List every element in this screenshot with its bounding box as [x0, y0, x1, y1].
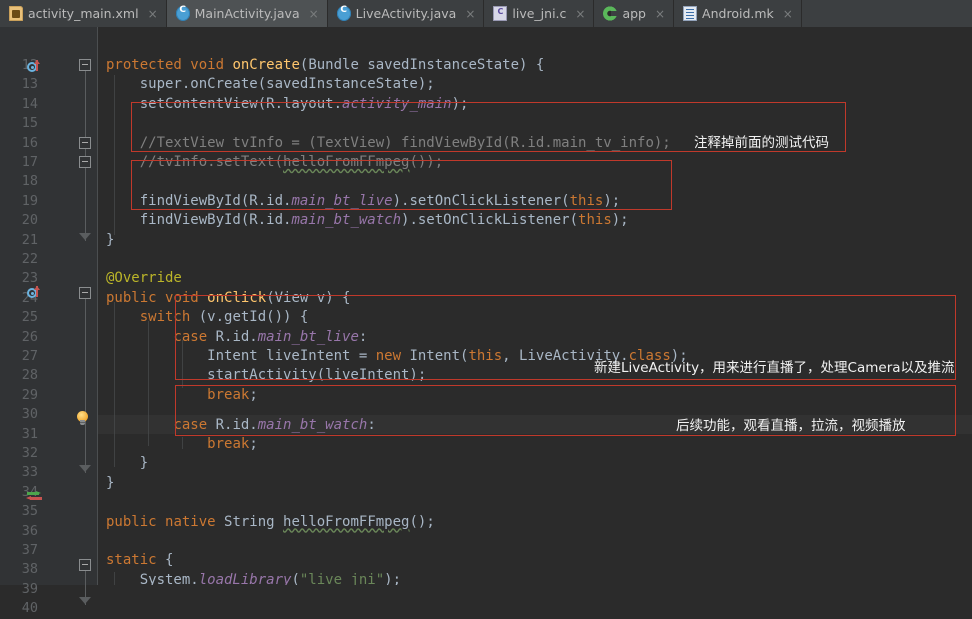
code-line-34: }: [106, 474, 115, 491]
note-live-activity: 新建LiveActivity，用来进行直播了，处理Camera以及推流: [594, 360, 955, 376]
line-number: 18: [21, 173, 38, 190]
java-class-icon: [175, 5, 190, 21]
fold-marker-method-oncreate[interactable]: [79, 59, 92, 72]
code-line-32: break;: [207, 436, 258, 452]
tab-mainactivity-java[interactable]: MainActivity.java ×: [166, 0, 328, 27]
line-number: 27: [21, 348, 38, 364]
code-line-25: switch (v.getId()) {: [139, 309, 309, 326]
code-line-29: break;: [207, 386, 258, 403]
xml-file-icon: [9, 6, 23, 21]
tab-close-icon[interactable]: ×: [783, 8, 793, 20]
tab-close-icon[interactable]: ×: [465, 8, 475, 20]
fold-marker-onclick-end[interactable]: [79, 465, 92, 473]
code-line-17: //tvInfo.setText(helloFromFFmpeg());: [106, 154, 444, 170]
code-line-28: startActivity(liveIntent);: [106, 367, 427, 384]
line-number: 17: [21, 154, 38, 170]
code-line-33: }: [106, 455, 149, 472]
fold-marker-comment-block-end[interactable]: [79, 156, 92, 169]
line-number: 38: [21, 561, 38, 578]
line-number: 40: [21, 600, 38, 617]
tab-label: Android.mk: [702, 6, 774, 21]
code-line-31: case R.id.main_bt_watch:: [173, 416, 376, 433]
line-number: 25: [21, 309, 38, 326]
code-line-24: public void onClick(View v) {: [106, 289, 351, 306]
code-line-36: public native String helloFromFFmpeg();: [106, 513, 435, 530]
tab-liveactivity-java[interactable]: LiveActivity.java ×: [327, 0, 485, 27]
fold-marker-static-block[interactable]: [79, 559, 92, 572]
line-number: 35: [21, 503, 38, 520]
fold-rail: [85, 65, 86, 241]
code-line-20: findViewById(R.id.main_bt_watch).setOnCl…: [106, 212, 629, 229]
c-file-icon: [493, 6, 508, 21]
tab-label: LiveActivity.java: [355, 6, 457, 21]
java-class-icon: [336, 5, 351, 21]
tab-label: app: [622, 6, 646, 21]
tab-app-module[interactable]: app ×: [594, 0, 675, 27]
line-number: 14: [21, 95, 38, 112]
code-line-26: case R.id.main_bt_live:: [173, 328, 368, 345]
code-line-12: protected void onCreate(Bundle savedInst…: [106, 57, 545, 73]
line-number: 31: [21, 425, 38, 442]
line-number: 39: [21, 580, 38, 597]
code-line-14: setContentView(R.layout.activity_main);: [106, 95, 469, 112]
line-number: 15: [21, 115, 38, 132]
tab-label: activity_main.xml: [28, 6, 139, 21]
line-number: 19: [21, 192, 38, 209]
code-line-23: @Override: [106, 270, 182, 287]
line-number: 32: [21, 445, 38, 461]
intention-bulb-icon[interactable]: [76, 411, 89, 426]
override-method-icon[interactable]: [27, 60, 40, 72]
tab-label: live_jni.c: [512, 6, 567, 21]
fold-marker-static-end[interactable]: [79, 597, 92, 605]
tab-close-icon[interactable]: ×: [655, 8, 665, 20]
line-number: 16: [21, 134, 38, 151]
line-number: 21: [21, 231, 38, 248]
code-line-39: System.loadLibrary("live_jni");: [106, 571, 402, 585]
code-text-area[interactable]: protected void onCreate(Bundle savedInst…: [98, 27, 972, 585]
tab-activity-main-xml[interactable]: activity_main.xml ×: [0, 0, 167, 27]
native-method-icon[interactable]: [26, 491, 42, 503]
code-line-21: }: [106, 231, 115, 248]
code-editor[interactable]: 1213141516171819202122232425262728293031…: [0, 27, 972, 616]
tab-close-icon[interactable]: ×: [148, 8, 158, 20]
code-line-13: super.onCreate(savedInstanceState);: [106, 76, 435, 93]
note-commented-test-code: 注释掉前面的测试代码: [694, 135, 829, 151]
code-line-38: static {: [106, 552, 174, 569]
line-number: 26: [21, 328, 38, 345]
code-line-16: //TextView tvInfo = (TextView) findViewB…: [106, 134, 671, 151]
line-number: 36: [21, 522, 38, 539]
fold-marker-method-onclick[interactable]: [79, 287, 92, 300]
line-number: 29: [21, 386, 38, 403]
line-number: 37: [21, 542, 38, 558]
line-number: 13: [21, 76, 38, 93]
editor-gutter[interactable]: 1213141516171819202122232425262728293031…: [0, 27, 98, 616]
tab-close-icon[interactable]: ×: [575, 8, 585, 20]
line-number: 33: [21, 464, 38, 481]
fold-rail-2: [85, 293, 86, 473]
editor-window: activity_main.xml × MainActivity.java × …: [0, 0, 972, 616]
module-icon: [603, 6, 618, 21]
note-future-feature: 后续功能，观看直播，拉流，视频播放: [676, 418, 906, 434]
text-file-icon: [683, 6, 698, 21]
tab-label: MainActivity.java: [194, 6, 300, 21]
tab-live-jni-c[interactable]: live_jni.c ×: [484, 0, 595, 27]
tab-android-mk[interactable]: Android.mk ×: [674, 0, 802, 27]
fold-marker-comment-block[interactable]: [79, 137, 92, 150]
fold-marker-collapse-bottom[interactable]: [79, 233, 92, 241]
editor-tab-bar: activity_main.xml × MainActivity.java × …: [0, 0, 972, 28]
line-number: 30: [21, 406, 38, 423]
tab-close-icon[interactable]: ×: [309, 8, 319, 20]
line-number: 20: [21, 212, 38, 229]
override-method-icon[interactable]: [27, 286, 40, 298]
line-number: 28: [21, 367, 38, 384]
code-line-19: findViewById(R.id.main_bt_live).setOnCli…: [106, 192, 621, 209]
line-number: 22: [21, 251, 38, 267]
